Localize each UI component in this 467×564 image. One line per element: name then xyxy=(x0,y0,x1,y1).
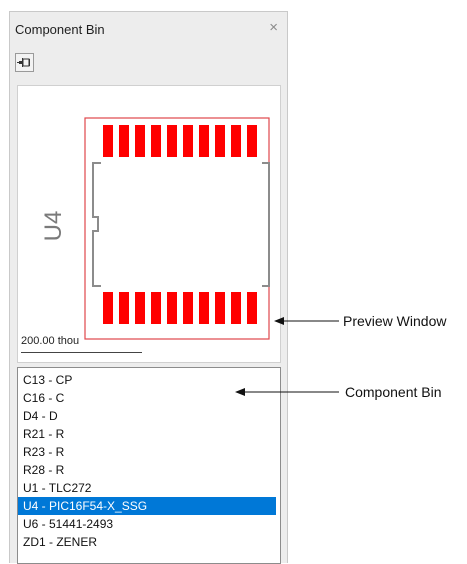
bin-callout-arrowhead xyxy=(235,388,245,396)
component-bin-callout: Component Bin xyxy=(345,384,442,400)
preview-callout-arrowhead xyxy=(274,317,284,325)
callout-arrows xyxy=(235,317,339,396)
preview-window-callout: Preview Window xyxy=(343,313,447,329)
